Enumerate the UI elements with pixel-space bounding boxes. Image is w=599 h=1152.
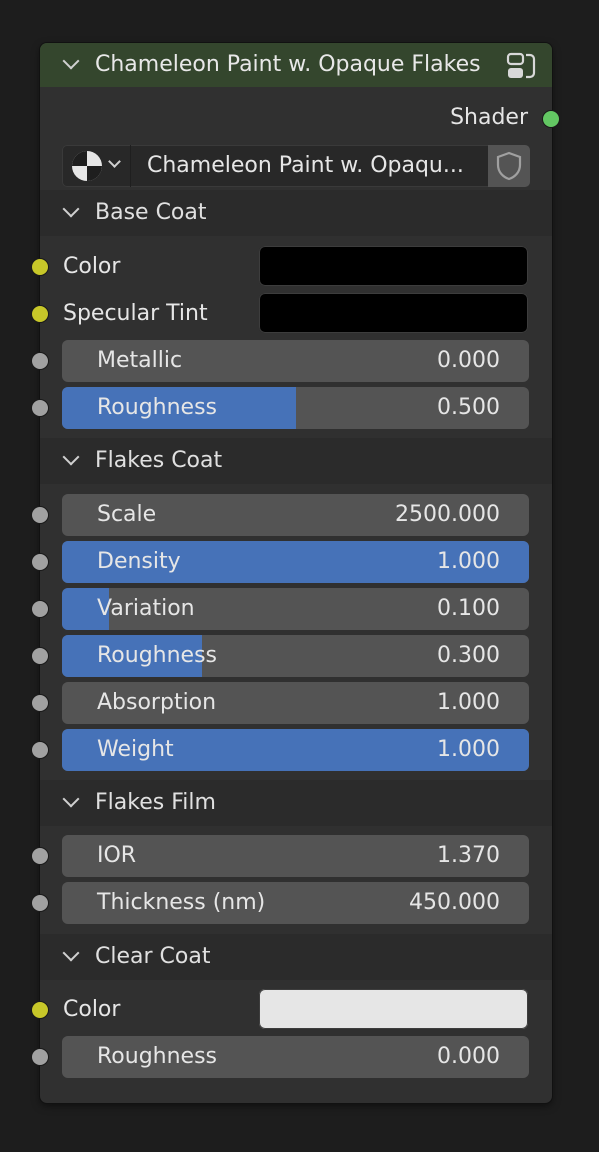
panel-title: Base Coat (95, 200, 207, 225)
slider-label: IOR (97, 843, 137, 868)
flakes-roughness-slider[interactable]: Roughness 0.300 (62, 635, 529, 677)
slider-value: 0.000 (437, 1044, 500, 1069)
input-thickness-socket[interactable] (32, 895, 48, 911)
panel-clear-coat-header[interactable]: Clear Coat (40, 934, 552, 980)
slider-value: 1.000 (437, 737, 500, 762)
input-metallic-socket[interactable] (32, 353, 48, 369)
browse-material-button[interactable] (62, 145, 131, 187)
node-frame[interactable]: Chameleon Paint w. Opaque Flakes Shader … (32, 43, 559, 1103)
input-flakes-roughness-socket[interactable] (32, 648, 48, 664)
slider-label: Metallic (97, 348, 183, 373)
panel-title: Flakes Film (95, 790, 216, 815)
slider-label: Roughness (97, 1044, 218, 1069)
color-swatch[interactable] (259, 246, 528, 286)
slider-value: 0.300 (437, 643, 500, 668)
panel-flakes-coat-header[interactable]: Flakes Coat (40, 438, 552, 484)
input-variation-socket[interactable] (32, 601, 48, 617)
panel-base-coat-header[interactable]: Base Coat (40, 190, 552, 236)
thickness-field[interactable]: Thickness (nm) 450.000 (62, 882, 529, 924)
slider-value: 1.000 (437, 690, 500, 715)
slider-label: Roughness (97, 643, 218, 668)
chevron-down-icon (62, 944, 80, 962)
input-clear-color-socket[interactable] (32, 1002, 48, 1018)
slider-value: 0.100 (437, 596, 500, 621)
chevron-down-icon (62, 448, 80, 466)
slider-value: 1.370 (437, 843, 500, 868)
node-title: Chameleon Paint w. Opaque Flakes (95, 52, 481, 77)
metallic-slider[interactable]: Metallic 0.000 (62, 340, 529, 382)
panel-title: Flakes Coat (95, 448, 223, 473)
slider-label: Thickness (nm) (97, 890, 266, 915)
specular-tint-label: Specular Tint (63, 301, 208, 326)
input-ior-socket[interactable] (32, 848, 48, 864)
slider-label: Scale (97, 502, 157, 527)
clear-roughness-slider[interactable]: Roughness 0.000 (62, 1036, 529, 1078)
variation-slider[interactable]: Variation 0.100 (62, 588, 529, 630)
input-roughness-socket[interactable] (32, 400, 48, 416)
ior-field[interactable]: IOR 1.370 (62, 835, 529, 877)
shield-icon (496, 151, 522, 181)
input-clear-roughness-socket[interactable] (32, 1049, 48, 1065)
clear-color-swatch[interactable] (259, 989, 528, 1029)
fake-user-button[interactable] (488, 145, 530, 187)
output-shader-label: Shader (450, 105, 528, 130)
chevron-down-icon (108, 155, 121, 168)
slider-value: 0.500 (437, 395, 500, 420)
color-label: Color (63, 254, 121, 279)
slider-value: 0.000 (437, 348, 500, 373)
slider-value: 1.000 (437, 549, 500, 574)
panel-title: Clear Coat (95, 944, 211, 969)
node-group-icon[interactable] (506, 51, 538, 81)
roughness-slider[interactable]: Roughness 0.500 (62, 387, 529, 429)
slider-label: Roughness (97, 395, 218, 420)
slider-label: Weight (97, 737, 174, 762)
node-group-name[interactable]: Chameleon Paint w. Opaqu... (147, 145, 464, 187)
slider-value: 450.000 (409, 890, 500, 915)
input-density-socket[interactable] (32, 554, 48, 570)
chevron-down-icon (62, 200, 80, 218)
material-sphere-icon (72, 151, 102, 181)
slider-value: 2500.000 (395, 502, 500, 527)
node-group-selector[interactable]: Chameleon Paint w. Opaqu... (62, 145, 530, 187)
clear-color-label: Color (63, 997, 121, 1022)
specular-tint-swatch[interactable] (259, 293, 528, 333)
node-header[interactable]: Chameleon Paint w. Opaque Flakes (40, 43, 552, 87)
input-weight-socket[interactable] (32, 742, 48, 758)
input-absorption-socket[interactable] (32, 695, 48, 711)
input-color-socket[interactable] (32, 259, 48, 275)
weight-slider[interactable]: Weight 1.000 (62, 729, 529, 771)
chevron-down-icon[interactable] (62, 52, 80, 70)
slider-label: Absorption (97, 690, 217, 715)
input-scale-socket[interactable] (32, 507, 48, 523)
chevron-down-icon (62, 790, 80, 808)
slider-label: Variation (97, 596, 195, 621)
absorption-field[interactable]: Absorption 1.000 (62, 682, 529, 724)
input-specular-tint-socket[interactable] (32, 306, 48, 322)
density-slider[interactable]: Density 1.000 (62, 541, 529, 583)
output-shader-socket[interactable] (543, 111, 559, 127)
slider-label: Density (97, 549, 181, 574)
panel-flakes-film-header[interactable]: Flakes Film (40, 780, 552, 826)
scale-field[interactable]: Scale 2500.000 (62, 494, 529, 536)
